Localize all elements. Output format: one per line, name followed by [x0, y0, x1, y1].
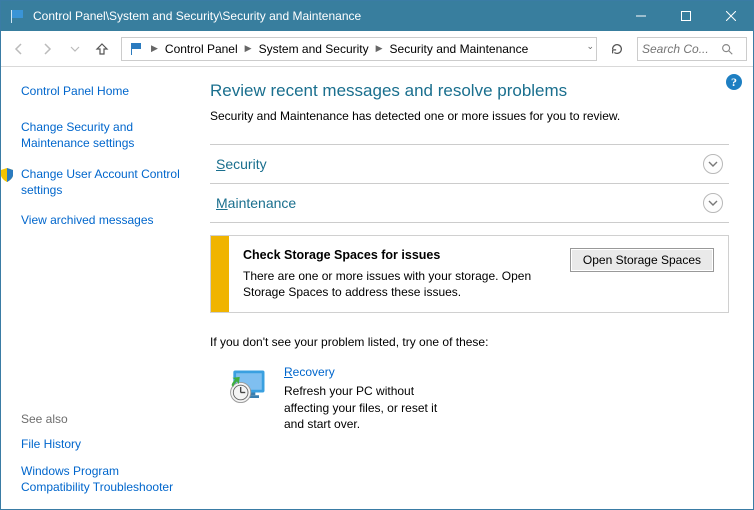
- chevron-right-icon[interactable]: ▶: [373, 43, 386, 54]
- help-icon[interactable]: ?: [725, 73, 743, 91]
- recovery-link[interactable]: Recovery: [284, 365, 454, 379]
- storage-alert: Check Storage Spaces for issues There ar…: [210, 235, 729, 313]
- window-title: Control Panel\System and Security\Securi…: [33, 9, 618, 23]
- search-input[interactable]: [642, 42, 720, 56]
- breadcrumb-system-security[interactable]: System and Security: [255, 38, 373, 60]
- control-panel-flag-icon: [9, 8, 25, 24]
- recovery-block: Recovery Refresh your PC without affecti…: [210, 365, 729, 432]
- breadcrumb-security-maintenance[interactable]: Security and Maintenance: [386, 38, 533, 60]
- page-title: Review recent messages and resolve probl…: [210, 81, 729, 101]
- forward-button[interactable]: [35, 37, 59, 61]
- up-button[interactable]: [91, 38, 113, 60]
- security-section-title: Security: [216, 156, 267, 172]
- security-section-header[interactable]: Security: [210, 144, 729, 184]
- open-storage-spaces-button[interactable]: Open Storage Spaces: [570, 248, 714, 272]
- address-dropdown-icon[interactable]: ⌄: [586, 41, 594, 52]
- sidebar-home-link[interactable]: Control Panel Home: [21, 83, 184, 99]
- location-flag-icon: [128, 41, 144, 57]
- see-also-compat-troubleshooter[interactable]: Windows Program Compatibility Troublesho…: [21, 463, 184, 495]
- minimize-button[interactable]: [618, 1, 663, 31]
- address-bar[interactable]: ▶ Control Panel ▶ System and Security ▶ …: [121, 37, 597, 61]
- toolbar: ▶ Control Panel ▶ System and Security ▶ …: [1, 31, 753, 67]
- sidebar-view-archived[interactable]: View archived messages: [21, 212, 184, 228]
- chevron-right-icon[interactable]: ▶: [242, 43, 255, 54]
- alert-description: There are one or more issues with your s…: [243, 268, 556, 300]
- chevron-down-icon[interactable]: [703, 154, 723, 174]
- search-icon: [720, 42, 734, 56]
- footer-note: If you don't see your problem listed, tr…: [210, 335, 729, 349]
- search-box[interactable]: [637, 37, 747, 61]
- alert-warning-stripe: [211, 236, 229, 312]
- main-panel: ? Review recent messages and resolve pro…: [196, 67, 753, 509]
- recovery-description: Refresh your PC without affecting your f…: [284, 383, 454, 432]
- maintenance-section-title: Maintenance: [216, 195, 296, 211]
- recent-dropdown[interactable]: [63, 37, 87, 61]
- refresh-button[interactable]: [605, 37, 629, 61]
- alert-title: Check Storage Spaces for issues: [243, 248, 556, 262]
- back-button[interactable]: [7, 37, 31, 61]
- sidebar: Control Panel Home Change Security and M…: [1, 67, 196, 509]
- close-button[interactable]: [708, 1, 753, 31]
- recovery-icon: [226, 365, 270, 409]
- shield-icon: [0, 167, 15, 183]
- maintenance-section-header[interactable]: Maintenance: [210, 183, 729, 223]
- svg-text:?: ?: [731, 75, 737, 89]
- titlebar: Control Panel\System and Security\Securi…: [1, 1, 753, 31]
- page-subtitle: Security and Maintenance has detected on…: [210, 109, 729, 123]
- content-area: Control Panel Home Change Security and M…: [1, 67, 753, 509]
- maximize-button[interactable]: [663, 1, 708, 31]
- sidebar-change-security-settings[interactable]: Change Security and Maintenance settings: [21, 119, 184, 151]
- chevron-right-icon[interactable]: ▶: [148, 43, 161, 54]
- see-also-file-history[interactable]: File History: [21, 436, 184, 452]
- chevron-down-icon[interactable]: [703, 193, 723, 213]
- sidebar-change-uac-settings[interactable]: Change User Account Control settings: [21, 166, 184, 198]
- breadcrumb-control-panel[interactable]: Control Panel: [161, 38, 242, 60]
- see-also-heading: See also: [21, 412, 184, 426]
- see-also-section: See also File History Windows Program Co…: [21, 412, 184, 495]
